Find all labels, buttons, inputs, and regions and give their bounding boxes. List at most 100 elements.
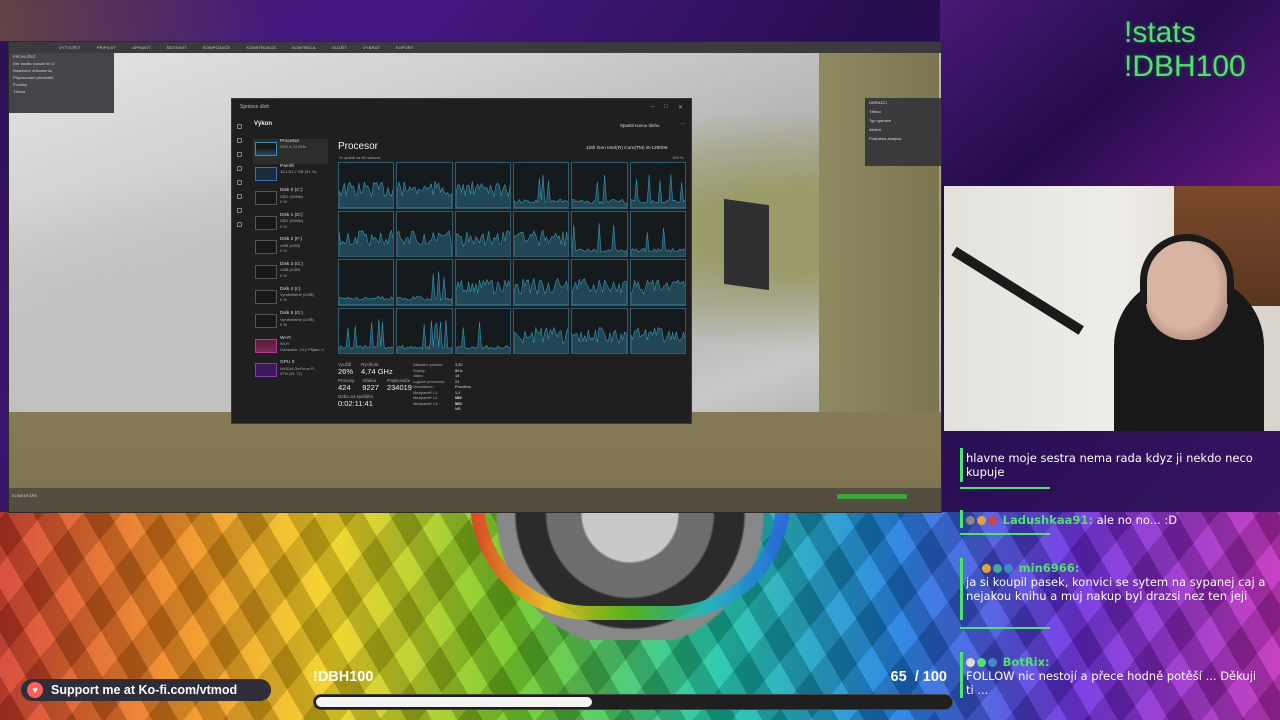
processes-icon[interactable] bbox=[237, 138, 242, 143]
speed-value: 4,74 GHz bbox=[361, 367, 393, 376]
sidebar-item-disk[interactable]: Disk 5 (G:) Vyměnitelné (USB) 0 % bbox=[253, 311, 328, 336]
details-icon[interactable] bbox=[237, 208, 242, 213]
performance-icon[interactable] bbox=[237, 152, 242, 157]
menu-item[interactable]: PŘIPOJIT bbox=[97, 45, 117, 50]
minimize-icon[interactable]: – bbox=[651, 104, 654, 111]
menu-item[interactable]: VLOŽIT bbox=[332, 45, 347, 50]
badge-icon bbox=[966, 658, 975, 667]
cpu-core-graph bbox=[571, 162, 628, 209]
sidebar-item-disk[interactable]: Disk 4 (I:) Vyměnitelné (USB) 0 % bbox=[253, 287, 328, 312]
outliner-item[interactable]: Obr kostlic rozsah tit v2 bbox=[9, 60, 114, 67]
goal-fill bbox=[316, 697, 592, 707]
menu-item[interactable]: VYTVOŘIT bbox=[59, 45, 81, 50]
prop-item[interactable]: Typ operace bbox=[865, 116, 941, 125]
util-label: % využití za 60 sekund bbox=[339, 155, 380, 160]
users-icon[interactable] bbox=[237, 194, 242, 199]
run-new-task-button[interactable]: Spustit novou úlohu bbox=[620, 123, 660, 128]
services-icon[interactable] bbox=[237, 222, 242, 227]
chat-text: hlavne moje sestra nema rada kdyz ji nek… bbox=[966, 451, 1253, 479]
prop-item[interactable]: Těleso bbox=[865, 107, 941, 116]
sidebar-item-disk[interactable]: Disk 3 (G:) USB (USB) 0 % bbox=[253, 262, 328, 287]
cpu-core-graph bbox=[629, 307, 686, 354]
properties-panel: OBRAZCI Těleso Typ operace Aktivní Podro… bbox=[865, 98, 941, 166]
history-icon[interactable] bbox=[237, 166, 242, 171]
chat-username[interactable]: BotRix: bbox=[1003, 655, 1050, 669]
comments-label[interactable]: KOMENTÁŘE bbox=[12, 493, 37, 498]
cpu-specs: Základní rychlost: 3,20 GHz Sokety: 1 Jádra:… bbox=[413, 363, 471, 411]
spec-value: 30,0 MB bbox=[455, 401, 463, 412]
chat-username[interactable]: min6966: bbox=[1019, 561, 1080, 575]
cpu-core-graph bbox=[338, 259, 395, 306]
close-icon[interactable]: ✕ bbox=[678, 104, 683, 111]
sidebar-item-sub2: 0 % bbox=[280, 272, 287, 278]
menu-item[interactable]: UPRAVIT bbox=[132, 45, 150, 50]
sidebar-item-disk[interactable]: Disk 1 (D:) SSD (NVMe) 0 % bbox=[253, 213, 328, 238]
chat-message: Ladushkaa91: ale no no... :D bbox=[960, 510, 1266, 535]
maximize-icon[interactable]: □ bbox=[664, 104, 668, 111]
sidebar-item-gpu[interactable]: GPU 0 NVIDIA GeForce R... 37% (41 °C) bbox=[253, 360, 328, 385]
kofi-banner[interactable]: ♥ Support me at Ko-fi.com/vtmod bbox=[21, 679, 271, 701]
sidebar-item-sub2: 0 % bbox=[280, 248, 287, 254]
more-options-icon[interactable]: ··· bbox=[680, 121, 686, 127]
sidebar-item-cpu[interactable]: Procesor 26% 4,74 GHz bbox=[253, 139, 328, 164]
uptime-value: 0:02:11:41 bbox=[338, 399, 373, 408]
sidebar-item-sub2: 0 % bbox=[280, 321, 287, 327]
menu-item[interactable]: KONSTRUKCE bbox=[246, 45, 276, 50]
menu-item[interactable]: EXPORT bbox=[396, 45, 414, 50]
progress-indicator bbox=[837, 494, 907, 499]
cpu-core-graph bbox=[512, 210, 570, 257]
handles-value: 234019 bbox=[386, 383, 412, 392]
disk-thumbnail bbox=[255, 215, 277, 230]
menu-icon[interactable] bbox=[237, 124, 242, 129]
cpu-core-graph bbox=[396, 210, 453, 257]
cpu-core-graph bbox=[629, 259, 686, 306]
prop-item[interactable]: Podrobná analýza bbox=[865, 134, 941, 143]
prop-item[interactable]: Aktivní bbox=[865, 125, 941, 134]
sidebar-item-wifi[interactable]: Wi-Fi Wi-Fi Odesláno: 15,2 Přijato: 1 bbox=[253, 336, 328, 361]
cpu-stats: Využití 26% Rychlost 4,74 GHz Procesy 424 V… bbox=[338, 362, 412, 408]
kofi-cup-icon: ♥ bbox=[27, 682, 43, 698]
cpu-core-graph bbox=[512, 307, 570, 354]
goal-track bbox=[313, 694, 953, 710]
cpu-thumbnail bbox=[255, 142, 277, 156]
cpu-core-graph bbox=[571, 307, 628, 354]
outliner-item: PROHLÍŽEČ bbox=[13, 54, 36, 59]
task-manager-window: Správce úloh – □ ✕ Výkon Spustit novou ú… bbox=[231, 98, 692, 424]
sidebar-item-disk[interactable]: Disk 0 (C:) SSD (NVMe) 0 % bbox=[253, 188, 328, 213]
cpu-core-graph bbox=[512, 259, 570, 306]
sidebar-item-mem[interactable]: Paměť 16,1/31,7 GB (51 %) bbox=[253, 164, 328, 189]
badge-icon bbox=[982, 564, 991, 573]
spec-key: Mezipaměť L1: bbox=[413, 390, 439, 395]
spec-key: Logické procesory: bbox=[413, 379, 445, 384]
menu-item[interactable]: SESTAVIT bbox=[167, 45, 187, 50]
cpu-model: 12th Gen Intel(R) Core(TM) i9-12900K bbox=[586, 146, 668, 151]
proc-value: 424 bbox=[338, 383, 351, 392]
outliner-item[interactable]: Tělesa bbox=[9, 88, 114, 95]
spec-key: Mezipaměť L2: bbox=[413, 396, 439, 400]
menu-item[interactable]: VYBRAT bbox=[363, 45, 380, 50]
disk-thumbnail bbox=[255, 191, 277, 206]
goal-separator: / bbox=[914, 669, 919, 685]
kofi-text: Support me at Ko-fi.com/vtmod bbox=[51, 683, 238, 697]
sidebar-item-disk[interactable]: Disk 2 (F:) USB (USB) 0 % bbox=[253, 237, 328, 262]
cpu-core-graph bbox=[629, 210, 686, 257]
chat-panel: hlavne moje sestra nema rada kdyz ji nek… bbox=[944, 431, 1280, 720]
game-slot bbox=[724, 198, 769, 291]
menu-item[interactable]: KOMPOZAČE bbox=[203, 45, 230, 50]
chat-text: ale no no... :D bbox=[1096, 513, 1178, 527]
outliner-item[interactable]: Položky bbox=[9, 81, 114, 88]
startup-icon[interactable] bbox=[237, 180, 242, 185]
chat-username[interactable]: Ladushkaa91: bbox=[1003, 513, 1093, 527]
disk-thumbnail bbox=[255, 264, 277, 279]
badge-icon bbox=[966, 516, 975, 525]
spec-key: Jádra: bbox=[413, 374, 424, 378]
menu-item[interactable]: KONTROLA bbox=[292, 45, 316, 50]
stats-command: !stats bbox=[1124, 16, 1196, 49]
badge-icon bbox=[1004, 564, 1013, 573]
cpu-core-graph bbox=[571, 210, 628, 257]
cpu-core-graph bbox=[454, 210, 511, 257]
disk-thumbnail bbox=[255, 240, 277, 255]
sidebar-item-sub: 26% 4,74 GHz bbox=[280, 144, 307, 150]
outliner-item[interactable]: Nastavení dokumentu bbox=[9, 67, 114, 74]
outliner-item[interactable]: Připravování předmětů bbox=[9, 74, 114, 81]
